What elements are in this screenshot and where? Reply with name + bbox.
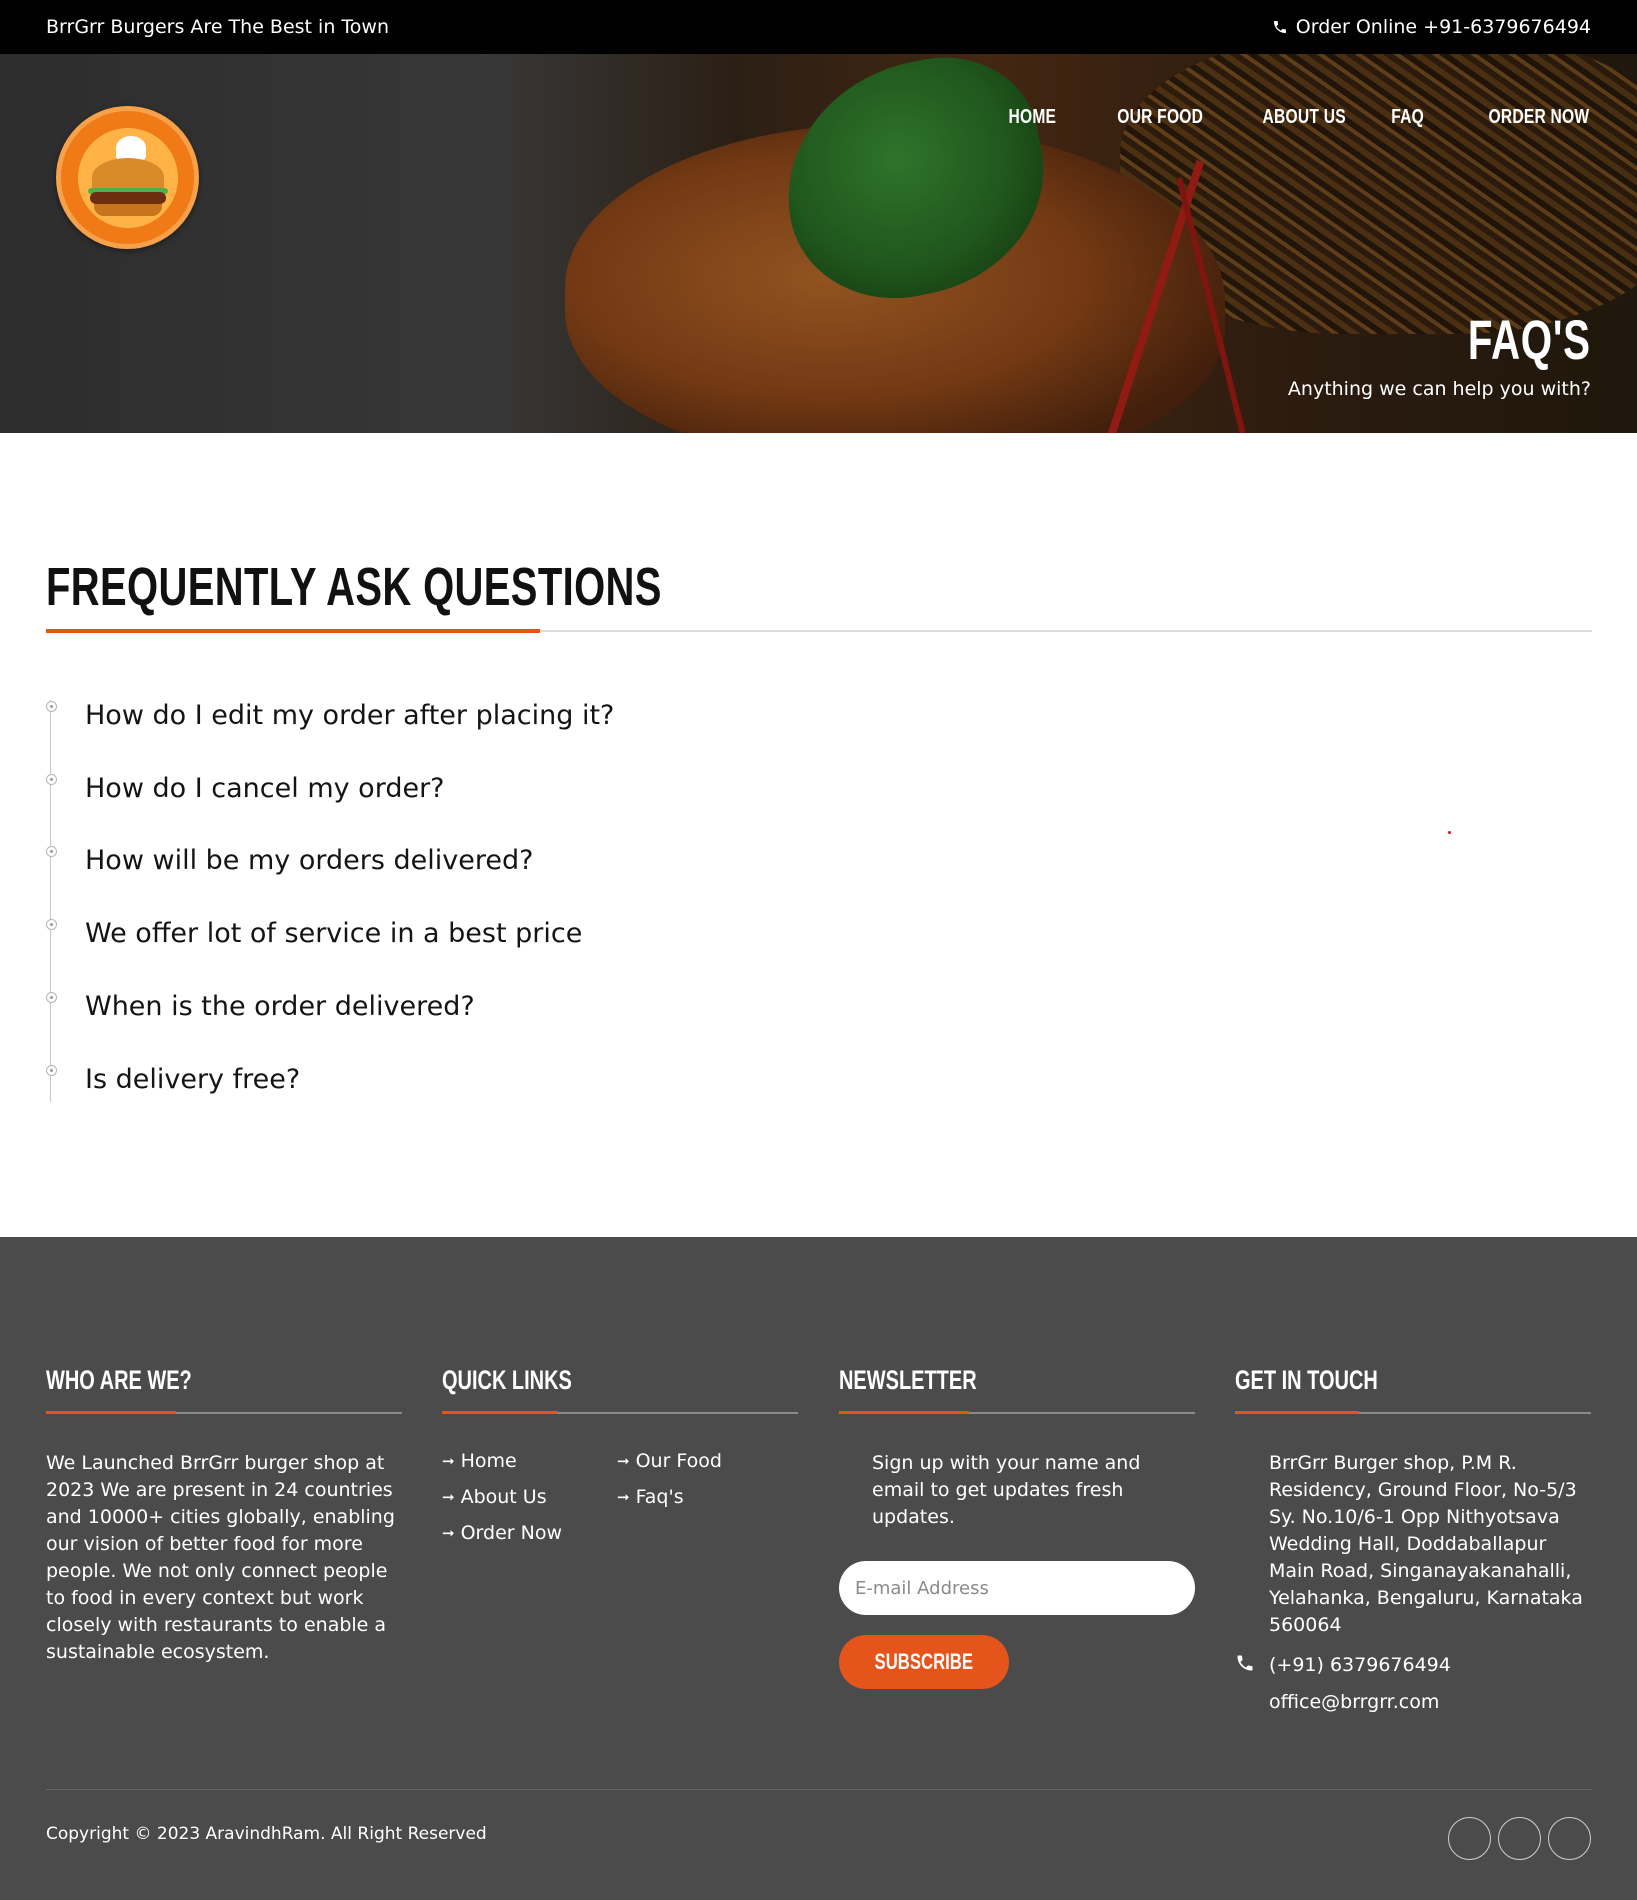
footer-heading-divider xyxy=(839,1411,1195,1414)
nav-our-food[interactable]: OUR FOOD xyxy=(1117,106,1203,129)
quick-link-label: About Us xyxy=(460,1486,547,1508)
social-links xyxy=(1448,1817,1591,1860)
nav-order-now[interactable]: ORDER NOW xyxy=(1488,106,1589,129)
bullet-icon xyxy=(46,919,57,930)
quick-link-our-food[interactable]: ➞ Our Food xyxy=(617,1450,792,1472)
footer-newsletter: NEWSLETTER Sign up with your name and em… xyxy=(839,1367,1195,1689)
page-title: FAQ'S xyxy=(1468,308,1591,371)
footer-quick-links: QUICK LINKS ➞ Home ➞ Our Food ➞ About Us ➞ F… xyxy=(442,1367,798,1544)
nav-faq[interactable]: FAQ xyxy=(1391,106,1424,129)
order-online[interactable]: Order Online +91-6379676494 xyxy=(1272,16,1591,38)
footer-heading-divider xyxy=(442,1411,798,1414)
faq-question[interactable]: How will be my orders delivered? xyxy=(85,845,533,876)
footer-newsletter-heading: NEWSLETTER xyxy=(839,1365,977,1395)
footer-contact: GET IN TOUCH BrrGrr Burger shop, P.M R. … xyxy=(1235,1367,1591,1713)
faq-question[interactable]: When is the order delivered? xyxy=(85,991,475,1022)
page-subtitle: Anything we can help you with? xyxy=(1287,378,1591,400)
faq-timeline-line xyxy=(50,700,51,1102)
arrow-right-icon: ➞ xyxy=(617,1452,630,1470)
faq-heading-accent xyxy=(46,629,540,633)
social-icon[interactable] xyxy=(1448,1817,1491,1860)
arrow-right-icon: ➞ xyxy=(442,1452,455,1470)
arrow-right-icon: ➞ xyxy=(442,1488,455,1506)
quick-links-list: ➞ Home ➞ Our Food ➞ About Us ➞ Faq's ➞ Order … xyxy=(442,1450,798,1544)
main-nav: HOME OUR FOOD ABOUT US FAQ ORDER NOW xyxy=(995,106,1589,129)
nav-home[interactable]: HOME xyxy=(1009,106,1057,129)
quick-link-home[interactable]: ➞ Home xyxy=(442,1450,617,1472)
footer-divider xyxy=(46,1789,1592,1790)
quick-link-label: Our Food xyxy=(635,1450,722,1472)
tagline: BrrGrr Burgers Are The Best in Town xyxy=(46,16,389,38)
footer-contact-heading: GET IN TOUCH xyxy=(1235,1365,1378,1395)
quick-link-label: Home xyxy=(460,1450,517,1472)
faq-question[interactable]: Is delivery free? xyxy=(85,1064,300,1095)
footer: WHO ARE WE? We Launched BrrGrr burger sh… xyxy=(0,1237,1637,1900)
footer-heading-divider xyxy=(46,1411,402,1414)
faq-question[interactable]: How do I edit my order after placing it? xyxy=(85,700,614,731)
copyright: Copyright © 2023 AravindhRam. All Right … xyxy=(46,1824,487,1844)
logo-burger-mascot xyxy=(77,127,178,228)
arrow-right-icon: ➞ xyxy=(442,1524,455,1542)
phone-icon xyxy=(1235,1653,1269,1677)
phone-icon xyxy=(1273,21,1286,33)
contact-email[interactable]: office@brrgrr.com xyxy=(1235,1691,1591,1713)
order-online-text: Order Online +91-6379676494 xyxy=(1295,16,1591,38)
arrow-right-icon: ➞ xyxy=(617,1488,630,1506)
quick-link-label: Faq's xyxy=(635,1486,684,1508)
footer-about: WHO ARE WE? We Launched BrrGrr burger sh… xyxy=(46,1367,402,1666)
bullet-icon xyxy=(46,846,57,857)
quick-link-order-now[interactable]: ➞ Order Now xyxy=(442,1522,617,1544)
bullet-icon xyxy=(46,992,57,1003)
faq-question[interactable]: We offer lot of service in a best price xyxy=(85,918,582,949)
footer-about-text: We Launched BrrGrr burger shop at 2023 W… xyxy=(46,1452,395,1663)
stray-dot xyxy=(1448,831,1451,834)
subscribe-button[interactable]: SUBSCRIBE xyxy=(839,1635,1009,1689)
faq-heading: FREQUENTLY ASK QUESTIONS xyxy=(46,557,662,617)
quick-link-faqs[interactable]: ➞ Faq's xyxy=(617,1486,792,1508)
top-bar: BrrGrr Burgers Are The Best in Town Orde… xyxy=(0,0,1637,54)
contact-phone-row[interactable]: (+91) 6379676494 xyxy=(1235,1653,1591,1677)
footer-heading-divider xyxy=(1235,1411,1591,1414)
bullet-icon xyxy=(46,1065,57,1076)
contact-phone: (+91) 6379676494 xyxy=(1269,1654,1451,1676)
bullet-icon xyxy=(46,774,57,785)
logo[interactable] xyxy=(56,106,199,249)
nav-about-us[interactable]: ABOUT US xyxy=(1262,106,1345,129)
footer-links-heading: QUICK LINKS xyxy=(442,1365,572,1395)
quick-link-label: Order Now xyxy=(460,1522,562,1544)
contact-address: BrrGrr Burger shop, P.M R. Residency, Gr… xyxy=(1269,1452,1583,1636)
subscribe-label: SUBSCRIBE xyxy=(874,1649,974,1674)
bullet-icon xyxy=(46,701,57,712)
faq-question[interactable]: How do I cancel my order? xyxy=(85,773,445,804)
social-icon[interactable] xyxy=(1548,1817,1591,1860)
social-icon[interactable] xyxy=(1498,1817,1541,1860)
footer-about-heading: WHO ARE WE? xyxy=(46,1365,192,1395)
newsletter-text: Sign up with your name and email to get … xyxy=(872,1452,1141,1528)
newsletter-email-input[interactable] xyxy=(839,1561,1195,1615)
quick-link-about-us[interactable]: ➞ About Us xyxy=(442,1486,617,1508)
